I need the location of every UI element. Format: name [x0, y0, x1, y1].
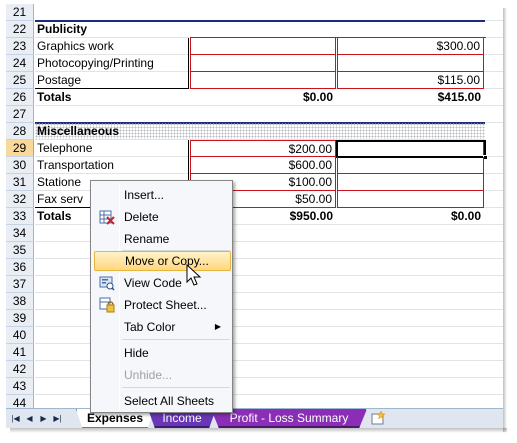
menu-item-tab-color[interactable]: Tab Color ▶: [93, 317, 230, 337]
row-header[interactable]: 33: [6, 208, 34, 225]
section-heading[interactable]: Publicity: [35, 21, 189, 38]
section-heading[interactable]: Miscellaneous: [35, 123, 189, 140]
sheet-row: 38: [6, 293, 503, 310]
cell-value[interactable]: $115.00: [337, 72, 484, 89]
row-header[interactable]: 38: [6, 293, 34, 310]
active-cell-selection[interactable]: [336, 140, 488, 160]
cell-label[interactable]: Telephone: [35, 140, 189, 157]
sheet-row: 37: [6, 276, 503, 293]
row-header[interactable]: 40: [6, 327, 34, 344]
sheet-row: 39: [6, 310, 503, 327]
cell-value[interactable]: $200.00: [190, 140, 336, 157]
row-header[interactable]: 39: [6, 310, 34, 327]
cell-value[interactable]: $300.00: [337, 38, 484, 55]
next-sheet-icon[interactable]: ▶: [38, 412, 49, 425]
mouse-pointer-icon: [186, 264, 202, 286]
menu-separator: [122, 387, 230, 388]
cell-value[interactable]: [190, 55, 336, 72]
cell-label[interactable]: Photocopying/Printing: [35, 55, 189, 72]
prev-sheet-icon[interactable]: ◀: [24, 412, 35, 425]
cell-value[interactable]: [337, 55, 484, 72]
row-header[interactable]: 28: [6, 123, 34, 140]
first-sheet-icon[interactable]: |◀: [10, 412, 21, 425]
row-header[interactable]: 43: [6, 378, 34, 395]
sheet-tab-bar: |◀ ◀ ▶ ▶| Expenses Income Profit - Loss …: [6, 408, 503, 428]
cell-label[interactable]: Postage: [35, 72, 189, 89]
sheet-row: 26 Totals $0.00 $415.00: [6, 89, 503, 106]
menu-separator: [122, 339, 230, 340]
window-shadow: [10, 428, 507, 433]
row-header[interactable]: 22: [6, 21, 34, 38]
sheet-row: 33 Totals $950.00 $0.00: [6, 208, 503, 225]
menu-item-unhide: Unhide...: [124, 368, 173, 382]
cell-value[interactable]: [337, 174, 484, 191]
submenu-arrow-icon: ▶: [214, 322, 221, 331]
cell-label[interactable]: Graphics work: [35, 38, 189, 55]
cell-value[interactable]: [190, 38, 336, 55]
sheet-row: 42: [6, 361, 503, 378]
cell-value[interactable]: [337, 157, 484, 174]
menu-item-delete[interactable]: Delete: [93, 207, 230, 227]
row-header[interactable]: 21: [6, 4, 34, 21]
sheet-row: 34: [6, 225, 503, 242]
total-value[interactable]: $415.00: [337, 89, 484, 106]
row-header[interactable]: 36: [6, 259, 34, 276]
tab-profit-loss-summary[interactable]: Profit - Loss Summary: [211, 409, 367, 428]
insert-sheet-icon[interactable]: [366, 409, 390, 428]
view-code-icon: [99, 275, 115, 291]
sheet-row: 24 Photocopying/Printing: [6, 55, 503, 72]
row-header[interactable]: 37: [6, 276, 34, 293]
sheet-row: 41: [6, 344, 503, 361]
sheet-row: 22 Publicity: [6, 21, 503, 38]
spreadsheet-window: 21 22 Publicity 23 Graphics work $300.00…: [6, 4, 503, 428]
menu-item-view-code[interactable]: View Code: [93, 273, 230, 293]
total-value[interactable]: $0.00: [190, 89, 336, 106]
sheet-row: 28 Miscellaneous: [6, 123, 503, 140]
row-header[interactable]: 31: [6, 174, 34, 191]
row-header[interactable]: 42: [6, 361, 34, 378]
sheet-row: 36: [6, 259, 503, 276]
total-value[interactable]: $0.00: [337, 208, 484, 225]
sheet-row: 35: [6, 242, 503, 259]
row-header[interactable]: 24: [6, 55, 34, 72]
cell-label[interactable]: Transportation: [35, 157, 189, 174]
menu-item-protect-sheet[interactable]: Protect Sheet...: [93, 295, 230, 315]
row-header[interactable]: 32: [6, 191, 34, 208]
row-header[interactable]: 23: [6, 38, 34, 55]
cell-value[interactable]: $600.00: [190, 157, 336, 174]
delete-sheet-icon: [99, 209, 115, 225]
row-header[interactable]: 26: [6, 89, 34, 106]
sheet-row: 23 Graphics work $300.00: [6, 38, 503, 55]
sheet-context-menu: Insert... Delete Rename Move or Copy...: [90, 180, 233, 413]
sheet-row: 40: [6, 327, 503, 344]
sheet-row: 43: [6, 378, 503, 395]
menu-item-move-or-copy[interactable]: Move or Copy...: [94, 251, 231, 271]
cell-value[interactable]: [190, 72, 336, 89]
sheet-row: 25 Postage $115.00: [6, 72, 503, 89]
cell-border: [190, 37, 486, 38]
row-header[interactable]: 30: [6, 157, 34, 174]
sheet-row: 21: [6, 4, 503, 21]
row-header[interactable]: 41: [6, 344, 34, 361]
protect-sheet-icon: [99, 297, 115, 313]
row-header[interactable]: 34: [6, 225, 34, 242]
sheet-row: 30 Transportation $600.00: [6, 157, 503, 174]
window-shadow: [503, 8, 507, 432]
menu-item-insert[interactable]: Insert...: [93, 185, 230, 205]
row-header[interactable]: 27: [6, 106, 34, 123]
last-sheet-icon[interactable]: ▶|: [52, 412, 63, 425]
sheet-row: 31 Statione $100.00: [6, 174, 503, 191]
menu-item-hide[interactable]: Hide: [93, 343, 230, 363]
totals-label[interactable]: Totals: [35, 89, 189, 106]
cell-value[interactable]: [337, 191, 484, 208]
menu-item-select-all-sheets[interactable]: Select All Sheets: [93, 391, 230, 411]
row-header[interactable]: 35: [6, 242, 34, 259]
row-header-active[interactable]: 29: [6, 140, 34, 157]
menu-item-rename[interactable]: Rename: [93, 229, 230, 249]
sheet-row: 27: [6, 106, 503, 123]
row-header[interactable]: 25: [6, 72, 34, 89]
sheet-row: 32 Fax serv $50.00: [6, 191, 503, 208]
